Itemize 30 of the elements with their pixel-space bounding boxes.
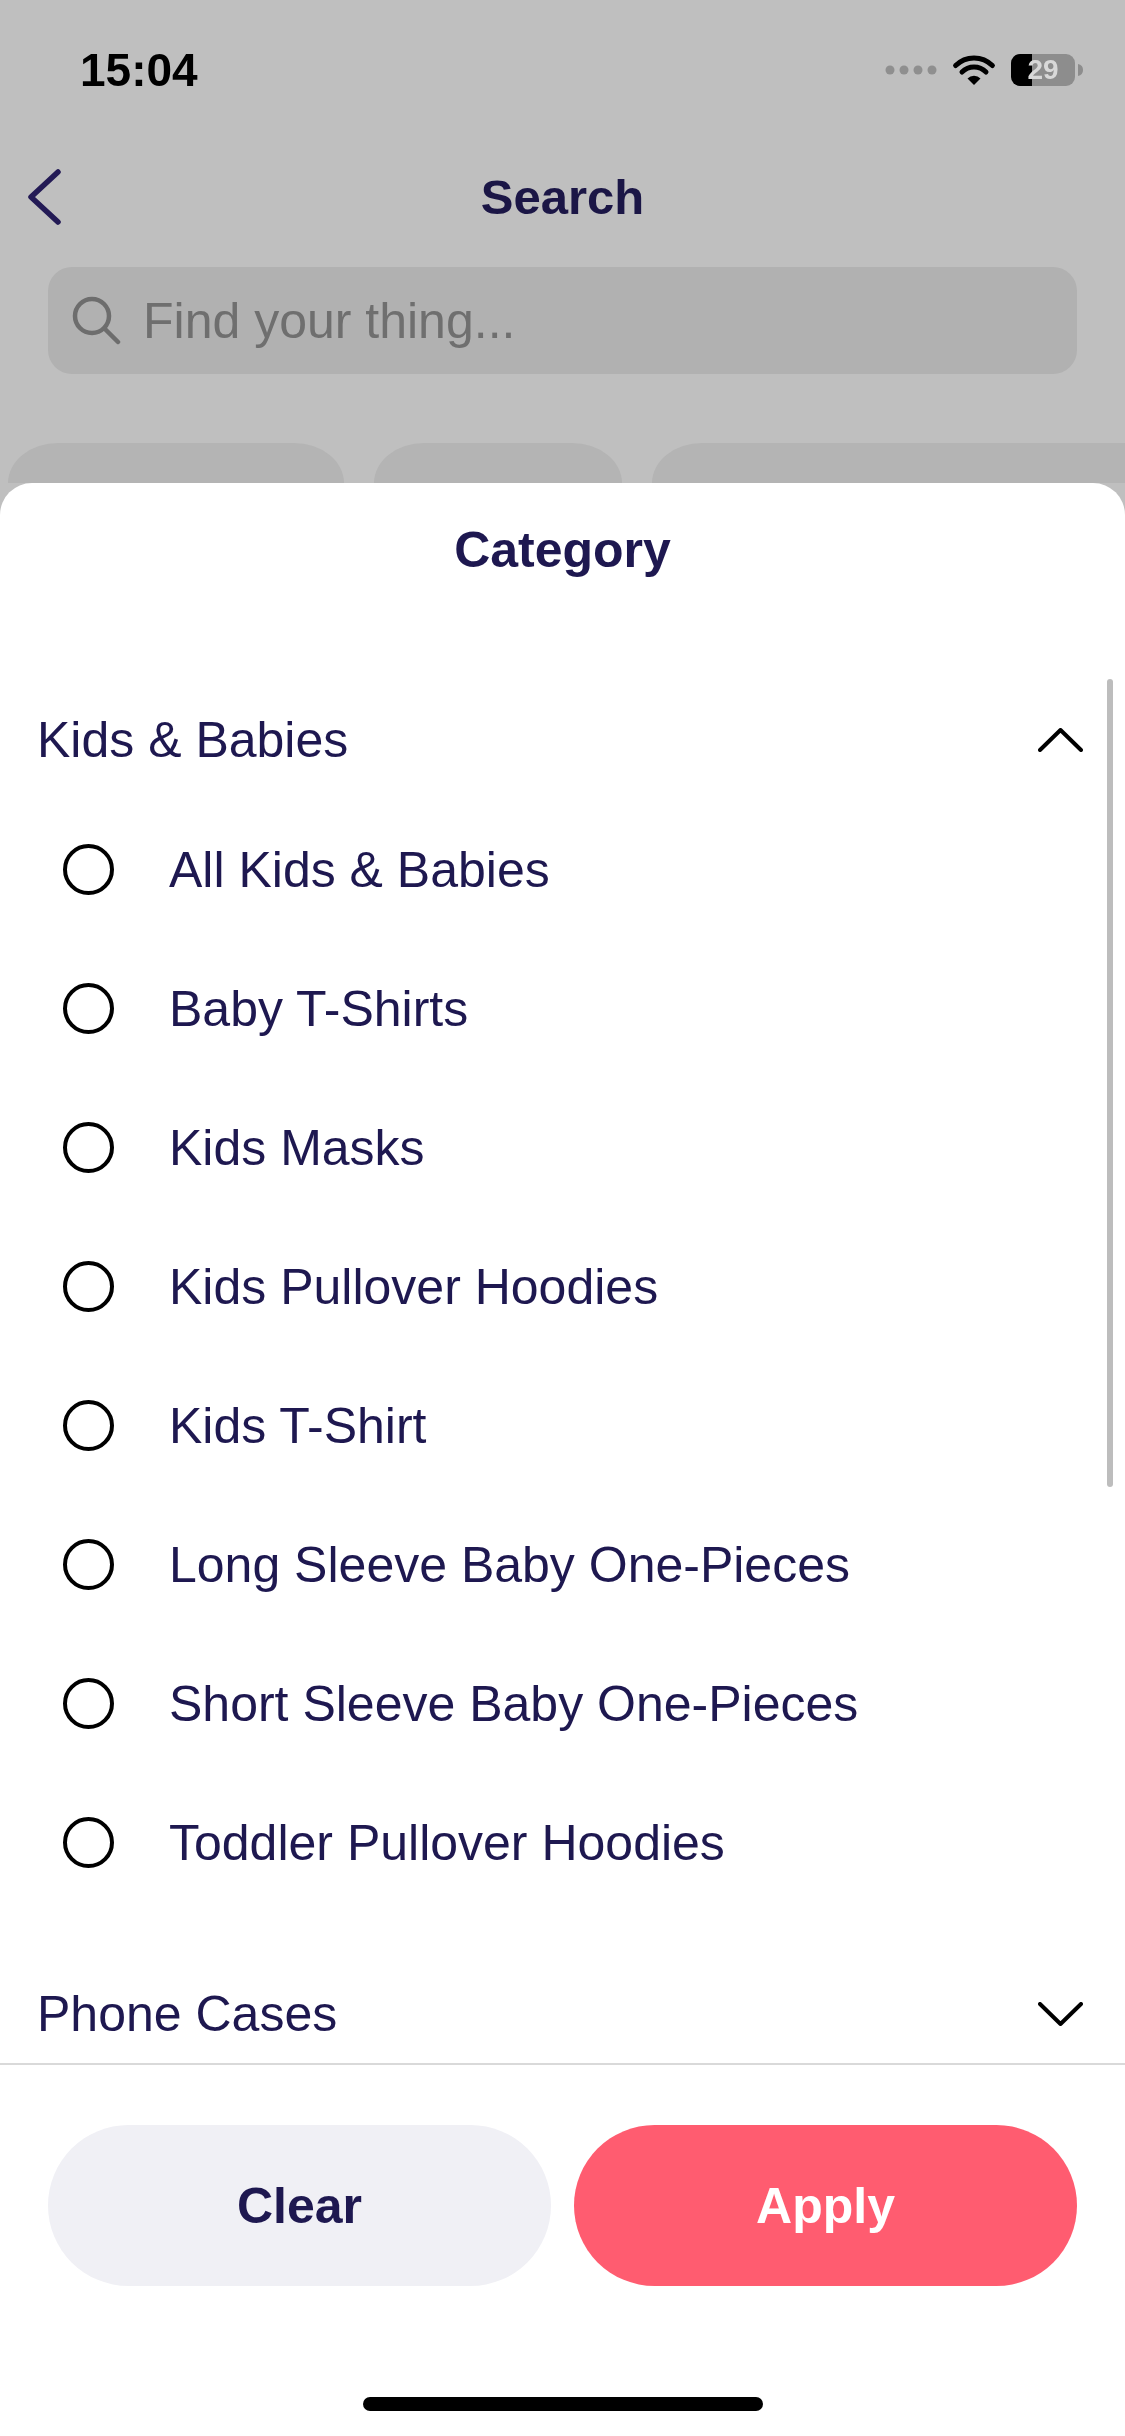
chevron-down-icon — [1038, 2002, 1083, 2026]
chevron-up-icon — [1038, 728, 1083, 752]
category-option[interactable]: Kids Pullover Hoodies — [0, 1217, 1125, 1356]
category-option[interactable]: Short Sleeve Baby One-Pieces — [0, 1634, 1125, 1773]
accordion-header[interactable]: Kids & Babies — [0, 680, 1125, 800]
radio-icon[interactable] — [63, 1122, 114, 1173]
search-icon — [72, 296, 121, 345]
sheet-title: Category — [454, 522, 671, 578]
category-option[interactable]: Toddler Pullover Hoodies — [0, 1773, 1125, 1912]
search-field[interactable]: Find your thing... — [48, 267, 1077, 374]
radio-icon[interactable] — [63, 1678, 114, 1729]
category-option[interactable]: Baby T-Shirts — [0, 939, 1125, 1078]
accordion-header[interactable]: Phone Cases — [0, 1964, 1125, 2063]
category-option[interactable]: Kids Masks — [0, 1078, 1125, 1217]
radio-icon[interactable] — [63, 1817, 114, 1868]
radio-icon[interactable] — [63, 1539, 114, 1590]
category-option[interactable]: Long Sleeve Baby One-Pieces — [0, 1495, 1125, 1634]
wifi-icon — [951, 53, 997, 87]
radio-icon[interactable] — [63, 844, 114, 895]
status-time: 15:04 — [80, 47, 198, 93]
clear-button[interactable]: Clear — [48, 2125, 551, 2286]
back-icon[interactable] — [27, 169, 62, 225]
category-option[interactable]: All Kids & Babies — [0, 800, 1125, 939]
radio-icon[interactable] — [63, 983, 114, 1034]
category-option[interactable]: Kids T-Shirt — [0, 1356, 1125, 1495]
battery-tip-icon — [1078, 64, 1083, 76]
signal-icon — [885, 65, 937, 75]
page-title: Search — [480, 169, 645, 224]
radio-icon[interactable] — [63, 1261, 114, 1312]
radio-icon[interactable] — [63, 1400, 114, 1451]
